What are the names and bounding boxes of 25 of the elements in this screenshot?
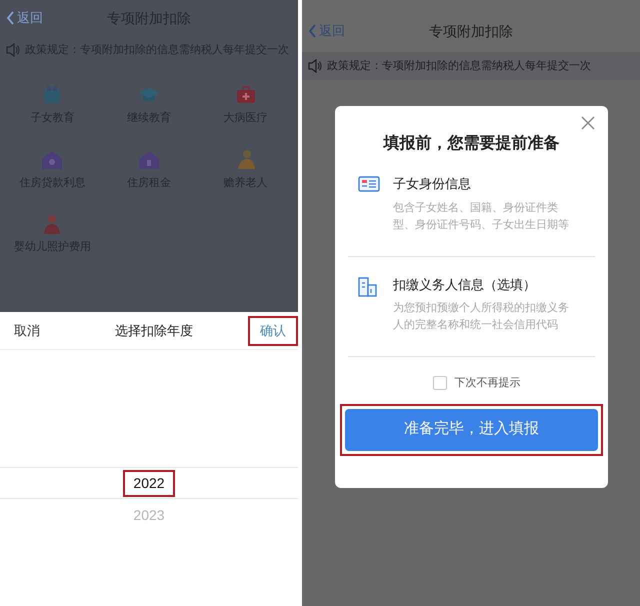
item-description: 为您预扣预缴个人所得税的扣缴义务人的完整名称和统一社会信用代码 [393, 300, 570, 333]
speaker-icon [6, 43, 21, 57]
chevron-left-icon [6, 11, 15, 25]
back-button[interactable]: 返回 [6, 8, 43, 28]
back-button[interactable]: 返回 [308, 21, 345, 41]
medical-kit-icon [234, 84, 257, 106]
item-title: 扣缴义务人信息（选填） [393, 276, 537, 294]
speaker-icon [308, 59, 323, 73]
dialog-title: 填报前，您需要提前准备 [382, 134, 560, 154]
house-icon [138, 148, 160, 170]
chevron-left-icon [308, 24, 317, 38]
item-description: 包含子女姓名、国籍、身份证件类型、身份证件号码、子女出生日期等 [393, 200, 570, 232]
house-icon [41, 148, 64, 170]
picker-title: 选择扣除年度 [115, 322, 193, 340]
ready-button[interactable]: 准备完毕，进入填报 [345, 408, 598, 450]
item-title: 子女身份信息 [393, 175, 472, 193]
checkbox[interactable] [432, 376, 446, 390]
year-option[interactable]: 2022 [123, 470, 175, 496]
screen-title: 专项附加扣除 [429, 22, 513, 40]
confirm-button[interactable]: 确认 [248, 316, 298, 346]
close-icon[interactable] [581, 116, 595, 130]
cancel-button[interactable]: 取消 [14, 320, 40, 340]
policy-notice: 政策规定：专项附加扣除的信息需纳税人每年提交一次 [327, 58, 591, 74]
checkbox-label: 下次不再提示 [454, 376, 520, 391]
year-option[interactable]: 2023 [123, 502, 175, 528]
